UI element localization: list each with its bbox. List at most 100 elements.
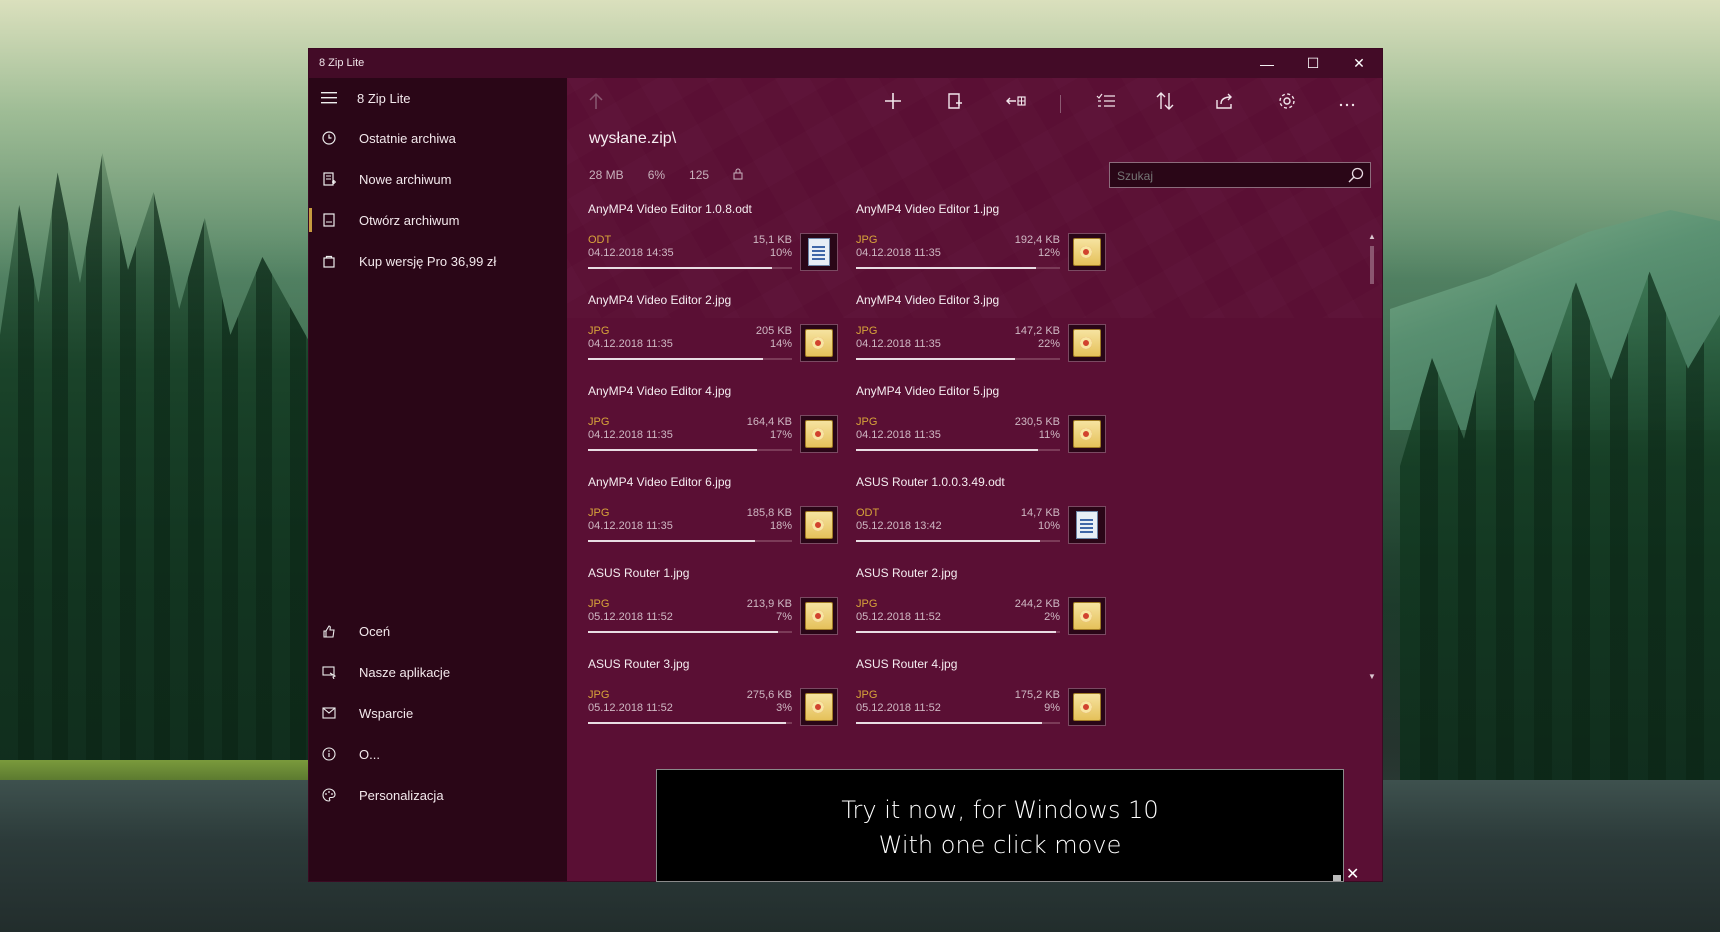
title-bar: 8 Zip Lite — ☐ ✕ — [309, 49, 1382, 78]
file-size: 15,1 KB — [752, 234, 792, 246]
sidebar-item-label: Nasze aplikacje — [359, 664, 451, 680]
jpg-image-icon — [1073, 238, 1101, 266]
jpg-image-icon — [805, 420, 833, 448]
file-compression: 10% — [1037, 520, 1060, 532]
file-thumbnail — [1068, 324, 1106, 362]
sidebar-hamburger[interactable]: 8 Zip Lite — [309, 78, 567, 118]
window-title: 8 Zip Lite — [319, 57, 365, 69]
sidebar-item-open-archive[interactable]: Otwórz archiwum — [309, 200, 567, 240]
file-item[interactable]: ASUS Router 2.jpg JPG 05.12.2018 11:52 244,… — [856, 560, 1108, 660]
file-compression: 7% — [776, 611, 792, 623]
add-button[interactable] — [875, 88, 911, 118]
archive-path: wysłane.zip\ — [589, 130, 677, 147]
file-name: AnyMP4 Video Editor 1.jpg — [856, 202, 1000, 216]
file-type: JPG — [856, 234, 878, 246]
file-date: 05.12.2018 11:52 — [856, 702, 941, 714]
scroll-down-icon[interactable]: ▼ — [1368, 672, 1376, 681]
compression-bar-fill — [588, 540, 756, 542]
sidebar-item-our-apps[interactable]: Nasze aplikacje — [309, 652, 567, 692]
sidebar-item-support[interactable]: Wsparcie — [309, 693, 567, 733]
compression-bar-fill — [588, 631, 778, 633]
compression-bar — [588, 449, 792, 451]
file-item[interactable]: AnyMP4 Video Editor 2.jpg JPG 04.12.2018 1… — [588, 287, 840, 387]
compression-bar — [856, 449, 1060, 451]
file-item[interactable]: AnyMP4 Video Editor 4.jpg JPG 04.12.2018 1… — [588, 378, 840, 478]
promo-line-1: Try it now, for Windows 10 — [841, 796, 1159, 824]
file-item[interactable]: AnyMP4 Video Editor 5.jpg JPG 04.12.2018 1… — [856, 378, 1108, 478]
apps-icon — [321, 664, 337, 680]
sidebar-item-new-archive[interactable]: Nowe archiwum — [309, 159, 567, 199]
file-item[interactable]: ASUS Router 1.jpg JPG 05.12.2018 11:52 213,… — [588, 560, 840, 660]
file-item[interactable]: AnyMP4 Video Editor 1.jpg JPG 04.12.2018 1… — [856, 196, 1108, 296]
sidebar-item-label: Otwórz archiwum — [359, 212, 460, 228]
sidebar-item-recent[interactable]: Ostatnie archiwa — [309, 118, 567, 158]
compression-bar — [588, 722, 792, 724]
scrollbar[interactable]: ▲ ▼ — [1368, 232, 1376, 682]
file-compression: 12% — [1037, 247, 1060, 259]
mail-icon — [321, 705, 337, 721]
more-button[interactable] — [1329, 88, 1365, 118]
hamburger-icon — [321, 90, 337, 106]
file-thumbnail — [800, 233, 838, 271]
file-size: 147,2 KB — [1014, 325, 1060, 337]
file-date: 04.12.2018 11:35 — [856, 338, 941, 350]
scrollbar-thumb[interactable] — [1370, 246, 1374, 284]
scroll-up-icon[interactable]: ▲ — [1368, 232, 1376, 241]
file-date: 04.12.2018 11:35 — [588, 429, 673, 441]
compression-bar-fill — [856, 540, 1040, 542]
sidebar-item-about[interactable]: O... — [309, 734, 567, 774]
file-type: JPG — [588, 416, 610, 428]
file-type: JPG — [856, 325, 878, 337]
move-button[interactable] — [998, 88, 1034, 118]
promo-close-icon[interactable]: ✕ — [1346, 864, 1359, 884]
open-archive-icon — [321, 212, 337, 228]
sort-button[interactable] — [1147, 88, 1183, 118]
sidebar-item-rate[interactable]: Oceń — [309, 611, 567, 651]
file-item[interactable]: ASUS Router 3.jpg JPG 05.12.2018 11:52 275,… — [588, 651, 840, 751]
compression-bar-fill — [588, 449, 758, 451]
file-size: 244,2 KB — [1014, 598, 1060, 610]
file-compression: 11% — [1038, 429, 1060, 441]
sidebar-item-buy-pro[interactable]: Kup wersję Pro 36,99 zł — [309, 241, 567, 281]
compression-bar — [856, 540, 1060, 542]
promo-resize-grip[interactable] — [1333, 875, 1341, 881]
close-button[interactable]: ✕ — [1336, 49, 1382, 78]
file-type: JPG — [588, 598, 610, 610]
file-item[interactable]: AnyMP4 Video Editor 3.jpg JPG 04.12.2018 1… — [856, 287, 1108, 387]
select-button[interactable] — [1088, 88, 1124, 118]
maximize-button[interactable]: ☐ — [1290, 49, 1336, 78]
compression-bar — [588, 358, 792, 360]
select-icon — [1096, 93, 1116, 114]
file-name: ASUS Router 4.jpg — [856, 657, 958, 671]
compression-bar-fill — [856, 722, 1042, 724]
share-button[interactable] — [1207, 88, 1243, 118]
sidebar-item-personalization[interactable]: Personalizacja — [309, 775, 567, 815]
file-date: 04.12.2018 11:35 — [588, 520, 673, 532]
promo-banner[interactable]: Try it now, for Windows 10 With one clic… — [656, 769, 1344, 882]
share-icon — [1215, 92, 1235, 115]
file-thumbnail — [800, 324, 838, 362]
file-item[interactable]: ASUS Router 1.0.0.3.49.odt ODT 05.12.2018 … — [856, 469, 1108, 569]
file-size: 192,4 KB — [1014, 234, 1060, 246]
sidebar-item-label: O... — [359, 746, 380, 762]
palette-icon — [321, 787, 337, 803]
file-item[interactable]: AnyMP4 Video Editor 1.0.8.odt ODT 04.12.20… — [588, 196, 840, 296]
extract-button[interactable] — [937, 88, 973, 118]
odt-document-icon — [1076, 511, 1098, 539]
lock-icon — [733, 168, 743, 183]
shopping-bag-icon — [321, 253, 337, 269]
file-type: JPG — [588, 325, 610, 337]
settings-button[interactable] — [1269, 88, 1305, 118]
minimize-button[interactable]: — — [1244, 49, 1290, 78]
file-item[interactable]: AnyMP4 Video Editor 6.jpg JPG 04.12.2018 1… — [588, 469, 840, 569]
file-name: AnyMP4 Video Editor 3.jpg — [856, 293, 1000, 307]
search-input[interactable] — [1110, 163, 1339, 189]
up-button[interactable] — [578, 88, 614, 118]
jpg-image-icon — [1073, 329, 1101, 357]
file-item[interactable]: ASUS Router 4.jpg JPG 05.12.2018 11:52 175,… — [856, 651, 1108, 751]
sidebar-item-label: Ostatnie archiwa — [359, 130, 456, 146]
file-size: 175,2 KB — [1014, 689, 1060, 701]
compression-bar-fill — [856, 631, 1056, 633]
search-icon[interactable] — [1348, 167, 1364, 186]
compression-bar — [856, 722, 1060, 724]
